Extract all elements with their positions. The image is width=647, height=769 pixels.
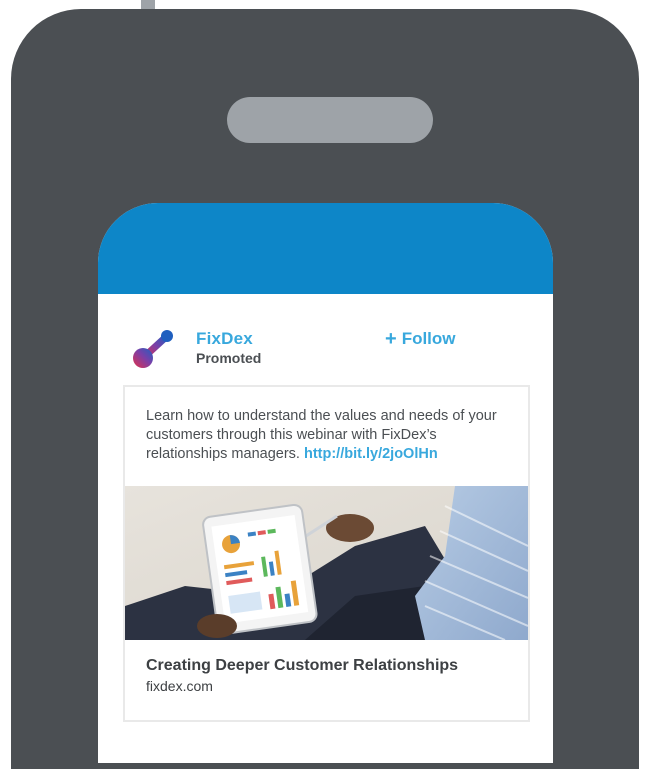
promoted-label: Promoted [196, 350, 262, 366]
post-card[interactable]: Learn how to understand the values and n… [123, 385, 530, 722]
follow-button[interactable]: + Follow [385, 329, 456, 349]
article-domain: fixdex.com [146, 678, 213, 694]
phone-screen: FixDex Promoted + Follow Learn how to un… [98, 203, 553, 763]
article-title[interactable]: Creating Deeper Customer Relationships [146, 657, 458, 675]
post-body: Learn how to understand the values and n… [146, 407, 516, 464]
article-image[interactable] [125, 486, 528, 640]
post-link[interactable]: http://bit.ly/2joOlHn [304, 446, 438, 462]
follow-label: Follow [401, 329, 456, 348]
phone-speaker [227, 97, 433, 143]
plus-icon: + [385, 327, 397, 350]
app-header-bar [98, 203, 553, 294]
company-name-link[interactable]: FixDex [196, 329, 253, 349]
company-logo-icon[interactable] [132, 328, 174, 370]
